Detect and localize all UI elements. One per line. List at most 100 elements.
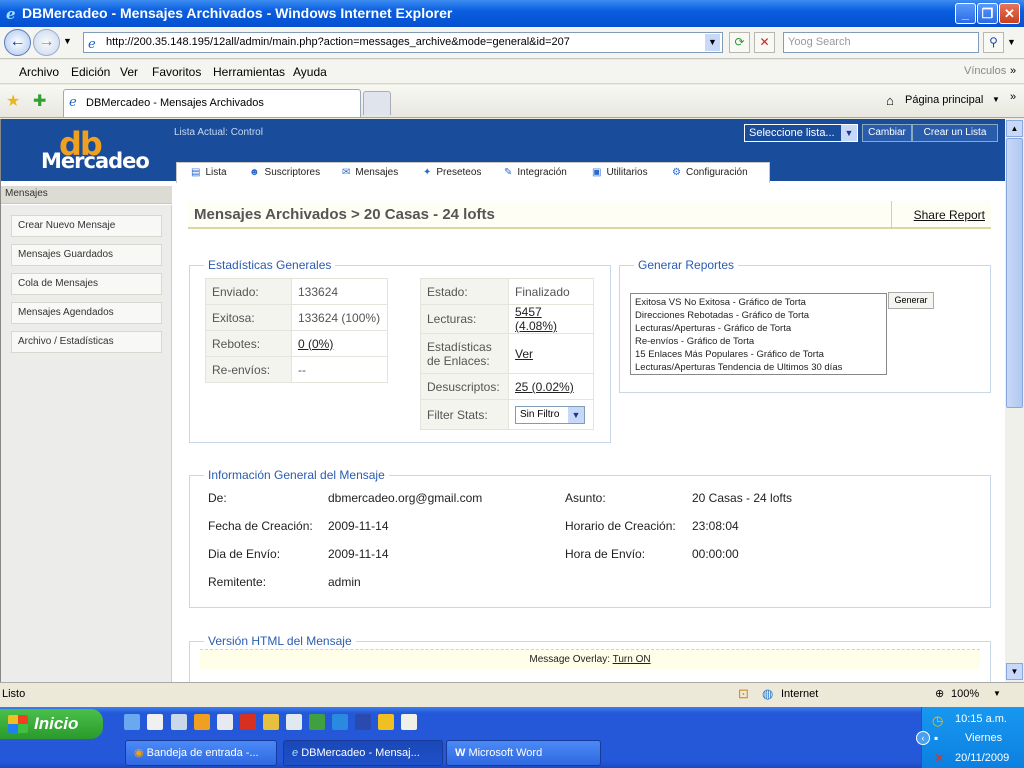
report-listbox[interactable]: Exitosa VS No Exitosa - Gráfico de Torta… bbox=[630, 293, 887, 375]
quicklaunch-butterfly-icon[interactable] bbox=[309, 714, 325, 730]
stats-legend: Estadísticas Generales bbox=[208, 258, 332, 272]
zoom-level[interactable]: 100% bbox=[951, 688, 979, 700]
chevron-right-icon[interactable]: » bbox=[1010, 65, 1016, 77]
taskbar-item-inbox[interactable]: ◉ Bandeja de entrada -... bbox=[125, 740, 277, 766]
sender-value: admin bbox=[328, 575, 361, 589]
back-button[interactable]: ← bbox=[4, 29, 31, 56]
quicklaunch-ie-icon[interactable] bbox=[332, 714, 348, 730]
nav-suscriptores[interactable]: ☻ Suscriptores bbox=[249, 167, 320, 178]
list-item[interactable]: Direcciones Rebotadas - Gráfico de Torta bbox=[635, 309, 882, 322]
scrollbar-thumb[interactable] bbox=[1006, 138, 1023, 408]
stop-icon[interactable]: ✕ bbox=[754, 32, 775, 53]
quicklaunch-desktop-icon[interactable] bbox=[286, 714, 302, 730]
sidebar-item-cola[interactable]: Cola de Mensajes bbox=[11, 273, 162, 295]
refresh-icon[interactable]: ⟳ bbox=[729, 32, 750, 53]
stat-value: 133624 bbox=[291, 278, 388, 305]
menu-herramientas[interactable]: Herramientas bbox=[213, 65, 285, 79]
maximize-button[interactable]: ❐ bbox=[977, 3, 998, 24]
share-report-link[interactable]: Share Report bbox=[891, 201, 991, 229]
favorites-star-icon[interactable]: ★ bbox=[6, 91, 20, 111]
start-button[interactable]: Inicio bbox=[0, 709, 103, 739]
nav-preseteos[interactable]: ✦ Preseteos bbox=[423, 167, 481, 178]
nav-lista[interactable]: ▤ Lista bbox=[191, 167, 227, 178]
forward-button[interactable]: → bbox=[33, 29, 60, 56]
nav-preseteos-label: Preseteos bbox=[436, 167, 482, 178]
stat-value: Finalizado bbox=[508, 278, 594, 305]
quicklaunch-media-icon[interactable] bbox=[240, 714, 256, 730]
network-error-icon[interactable]: ✕ bbox=[934, 751, 944, 765]
subject-value: 20 Casas - 24 lofts bbox=[692, 491, 793, 505]
menu-ayuda[interactable]: Ayuda bbox=[293, 65, 327, 79]
minimize-button[interactable]: _ bbox=[955, 3, 976, 24]
tools-icon: ▣ bbox=[592, 167, 602, 178]
menu-archivo[interactable]: Archivo bbox=[19, 65, 59, 79]
sidebar-heading: Mensajes bbox=[1, 186, 172, 204]
network-icon[interactable]: ▪ bbox=[934, 731, 938, 745]
current-list-label: Lista Actual: Control bbox=[174, 127, 263, 138]
desuscriptos-link[interactable]: 25 (0.02%) bbox=[515, 380, 574, 394]
nav-utilitarios[interactable]: ▣ Utilitarios bbox=[592, 167, 648, 178]
nav-integracion[interactable]: ✎ Integración bbox=[504, 167, 567, 178]
taskbar-item-label: Bandeja de entrada -... bbox=[146, 747, 259, 759]
list-select[interactable]: Seleccione lista... ▼ bbox=[744, 124, 858, 142]
sidebar-item-guardados[interactable]: Mensajes Guardados bbox=[11, 244, 162, 266]
new-tab-button[interactable] bbox=[363, 91, 391, 115]
search-options-icon[interactable]: ▼ bbox=[1007, 37, 1016, 47]
scroll-down-icon[interactable]: ▼ bbox=[1006, 663, 1023, 680]
create-list-button[interactable]: Crear un Lista bbox=[912, 124, 998, 142]
quicklaunch-notes-icon[interactable] bbox=[401, 714, 417, 730]
change-list-button[interactable]: Cambiar bbox=[862, 124, 912, 142]
close-button[interactable]: ✕ bbox=[999, 3, 1020, 24]
wand-icon: ✎ bbox=[504, 167, 513, 178]
links-label[interactable]: Vínculos bbox=[964, 65, 1006, 77]
sidebar-item-agendados[interactable]: Mensajes Agendados bbox=[11, 302, 162, 324]
sidebar-item-archivo[interactable]: Archivo / Estadísticas bbox=[11, 331, 162, 353]
home-icon[interactable]: ⌂ bbox=[886, 93, 894, 108]
search-icon[interactable]: ⚲ bbox=[983, 32, 1004, 53]
clock-icon[interactable]: ◷ bbox=[932, 713, 943, 729]
scroll-up-icon[interactable]: ▲ bbox=[1006, 120, 1023, 137]
quicklaunch-app-icon[interactable] bbox=[147, 714, 163, 730]
table-row: Estado: Finalizado bbox=[420, 278, 594, 305]
list-item[interactable]: Lecturas/Aperturas Tendencia de Ultimos … bbox=[635, 361, 882, 374]
taskbar-item-word[interactable]: W Microsoft Word bbox=[446, 740, 601, 766]
tab-dbmercadeo[interactable]: e DBMercadeo - Mensajes Archivados bbox=[63, 89, 361, 117]
lecturas-link[interactable]: 5457 (4.08%) bbox=[515, 305, 557, 333]
chevron-left-icon[interactable]: ‹ bbox=[916, 731, 930, 745]
nav-mensajes[interactable]: ✉ Mensajes bbox=[342, 167, 398, 178]
quicklaunch-settings-icon[interactable] bbox=[124, 714, 140, 730]
list-item[interactable]: Lecturas/Aperturas - Gráfico de Torta bbox=[635, 322, 882, 335]
nav-configuracion[interactable]: ⚙ Configuración bbox=[672, 167, 748, 178]
quicklaunch-word-icon[interactable] bbox=[355, 714, 371, 730]
search-input[interactable]: Yoog Search bbox=[783, 32, 979, 53]
list-item[interactable]: Re-envíos - Gráfico de Torta bbox=[635, 335, 882, 348]
list-item[interactable]: Exitosa VS No Exitosa - Gráfico de Torta bbox=[635, 296, 882, 309]
quicklaunch-player-icon[interactable] bbox=[263, 714, 279, 730]
home-dropdown-icon[interactable]: ▼ bbox=[992, 95, 1000, 104]
menu-ver[interactable]: Ver bbox=[120, 65, 138, 79]
rebotes-link[interactable]: 0 (0%) bbox=[298, 337, 333, 351]
address-dropdown-icon[interactable]: ▼ bbox=[705, 34, 720, 51]
history-dropdown-icon[interactable]: ▼ bbox=[63, 36, 72, 46]
quicklaunch-doc-icon[interactable] bbox=[171, 714, 187, 730]
quicklaunch-outlook-icon[interactable] bbox=[194, 714, 210, 730]
list-item[interactable]: 15 Enlaces Más Populares - Gráfico de To… bbox=[635, 348, 882, 361]
popup-blocker-icon[interactable]: ⊡ bbox=[738, 686, 749, 702]
add-favorite-icon[interactable]: ✚ bbox=[33, 91, 46, 111]
system-tray: ◷ ‹ ▪ ✕ 10:15 a.m. Viernes 20/11/2009 bbox=[916, 707, 1024, 768]
generate-button[interactable]: Generar bbox=[888, 292, 934, 309]
sidebar-item-crear[interactable]: Crear Nuevo Mensaje bbox=[11, 215, 162, 237]
address-bar[interactable]: e http://200.35.148.195/12all/admin/main… bbox=[83, 32, 723, 53]
quicklaunch-tool-icon[interactable] bbox=[217, 714, 233, 730]
menu-edicion[interactable]: Edición bbox=[71, 65, 110, 79]
filter-select[interactable]: Sin Filtro ▼ bbox=[515, 405, 585, 424]
reports-legend: Generar Reportes bbox=[638, 258, 735, 272]
chevron-right-icon[interactable]: » bbox=[1010, 91, 1016, 103]
quicklaunch-chrome-icon[interactable] bbox=[378, 714, 394, 730]
zoom-dropdown-icon[interactable]: ▼ bbox=[993, 689, 1001, 698]
menu-favoritos[interactable]: Favoritos bbox=[152, 65, 201, 79]
taskbar-item-dbmercadeo[interactable]: e DBMercadeo - Mensaj... bbox=[283, 740, 443, 766]
overlay-toggle-link[interactable]: Turn ON bbox=[613, 654, 651, 665]
enlaces-link[interactable]: Ver bbox=[515, 347, 533, 361]
home-label[interactable]: Página principal bbox=[905, 94, 983, 106]
